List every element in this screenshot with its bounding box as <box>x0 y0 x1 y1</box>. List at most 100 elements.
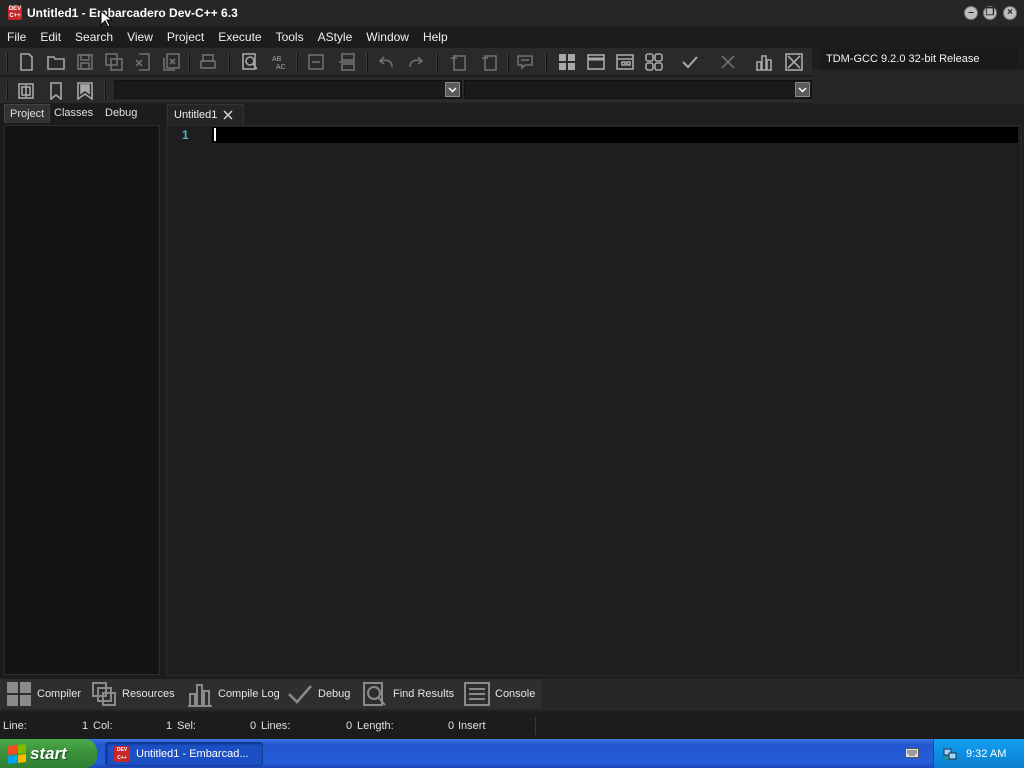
keyboard-icon[interactable] <box>905 747 919 759</box>
member-select[interactable] <box>464 80 812 99</box>
close-tab-icon[interactable] <box>222 109 234 121</box>
devcpp-app-icon: DEV C++ <box>114 746 130 762</box>
rebuild-all-icon[interactable] <box>642 51 666 73</box>
mouse-pointer-icon <box>100 9 114 28</box>
taskbar-item-devcpp[interactable]: DEV C++ Untitled1 - Embarcad... <box>105 742 263 766</box>
menu-project[interactable]: Project <box>160 27 211 47</box>
bar-chart-icon <box>186 680 214 708</box>
menu-astyle[interactable]: AStyle <box>311 27 360 47</box>
tab-debug-panel[interactable]: Debug <box>286 679 350 709</box>
find-icon[interactable] <box>238 51 262 73</box>
start-button[interactable]: start <box>0 739 97 768</box>
toolbar-separator <box>436 53 438 71</box>
code-editor[interactable] <box>166 125 1022 676</box>
taskbar-item-label: Untitled1 - Embarcad... <box>136 748 249 760</box>
menu-edit[interactable]: Edit <box>33 27 68 47</box>
goto-bookmark-icon[interactable] <box>73 80 97 102</box>
chevron-down-icon[interactable] <box>795 82 810 97</box>
comment-icon[interactable] <box>513 51 537 73</box>
tab-debug[interactable]: Debug <box>100 104 142 123</box>
current-line-highlight[interactable] <box>212 127 1018 143</box>
toolbar-separator <box>296 53 298 71</box>
title-bar[interactable]: DEV C++ Untitled1 - Embarcadero Dev-C++ … <box>0 0 1024 26</box>
syntax-check-icon[interactable] <box>678 51 702 73</box>
tab-project[interactable]: Project <box>4 104 51 123</box>
tab-label: Find Results <box>393 688 455 700</box>
restore-button[interactable]: ❐ <box>983 6 997 20</box>
tab-resources[interactable]: Resources <box>90 679 175 709</box>
status-insert-mode: Insert <box>458 720 486 732</box>
menu-window[interactable]: Window <box>359 27 416 47</box>
menu-tools[interactable]: Tools <box>269 27 311 47</box>
svg-text:AB: AB <box>272 56 282 63</box>
text-caret <box>214 128 216 141</box>
compile-run-icon[interactable] <box>613 51 637 73</box>
toolbar-separator <box>6 53 8 71</box>
menu-file[interactable]: File <box>0 27 33 47</box>
bookmark-icon[interactable] <box>44 80 68 102</box>
search-icon <box>361 680 389 708</box>
menu-help[interactable]: Help <box>416 27 455 47</box>
tab-label: Compile Log <box>218 688 280 700</box>
status-col-label: Col: <box>93 720 113 732</box>
main-toolbar: AB AC <box>0 48 812 76</box>
tab-compile-log[interactable]: Compile Log <box>186 679 280 709</box>
replace-icon[interactable]: AB AC <box>268 51 292 73</box>
compiler-select[interactable]: TDM-GCC 9.2.0 32-bit Release <box>820 49 1018 69</box>
toolbar-separator <box>545 53 547 71</box>
checkmark-icon <box>286 680 314 708</box>
chevron-down-icon[interactable] <box>445 82 460 97</box>
start-label: start <box>30 743 67 763</box>
editor-tab-strip <box>165 104 1024 126</box>
close-all-icon[interactable] <box>160 51 184 73</box>
insert-code-icon[interactable] <box>14 80 38 102</box>
tab-classes[interactable]: Classes <box>49 104 98 123</box>
menu-execute[interactable]: Execute <box>211 27 268 47</box>
devcpp-app-icon[interactable]: DEV C++ <box>8 6 22 20</box>
window-title: Untitled1 - Embarcadero Dev-C++ 6.3 <box>27 6 238 20</box>
unindent-icon[interactable] <box>477 51 501 73</box>
close-button[interactable]: × <box>1003 6 1017 20</box>
stop-execution-icon[interactable] <box>716 51 740 73</box>
status-length-label: Length: <box>357 720 394 732</box>
status-sel-value: 0 <box>250 720 257 732</box>
split-view-icon[interactable] <box>335 51 359 73</box>
tab-label: Resources <box>122 688 175 700</box>
undo-icon[interactable] <box>374 51 398 73</box>
network-icon[interactable] <box>943 747 957 761</box>
indent-icon[interactable] <box>446 51 470 73</box>
profile-icon[interactable] <box>752 51 776 73</box>
menu-search[interactable]: Search <box>68 27 120 47</box>
clock[interactable]: 9:32 AM <box>966 748 1006 760</box>
save-icon[interactable] <box>73 51 97 73</box>
toolbar-separator <box>188 53 190 71</box>
status-separator <box>535 717 536 735</box>
new-file-icon[interactable] <box>14 51 38 73</box>
tab-find-results[interactable]: Find Results <box>361 679 454 709</box>
tab-console[interactable]: Console <box>463 679 535 709</box>
resources-icon <box>90 680 118 708</box>
open-file-icon[interactable] <box>44 51 68 73</box>
compile-icon[interactable] <box>555 51 579 73</box>
redo-icon[interactable] <box>404 51 428 73</box>
svg-text:AC: AC <box>276 64 286 71</box>
menu-view[interactable]: View <box>120 27 160 47</box>
line-number: 1 <box>182 128 189 142</box>
compiler-icon <box>5 680 33 708</box>
tab-compiler[interactable]: Compiler <box>5 679 81 709</box>
project-tree[interactable] <box>4 125 160 675</box>
print-icon[interactable] <box>196 51 220 73</box>
status-line-label: Line: <box>3 720 27 732</box>
toolbar-separator <box>507 53 509 71</box>
status-length-value: 0 <box>448 720 455 732</box>
toggle-comment-icon[interactable] <box>304 51 328 73</box>
save-all-icon[interactable] <box>102 51 126 73</box>
console-icon <box>463 680 491 708</box>
delete-profile-icon[interactable] <box>782 51 806 73</box>
run-icon[interactable] <box>584 51 608 73</box>
system-tray: 9:32 AM <box>933 739 1024 768</box>
close-file-icon[interactable] <box>131 51 155 73</box>
minimize-button[interactable]: – <box>964 6 978 20</box>
toolbar-separator <box>6 82 8 100</box>
class-select[interactable] <box>114 80 462 99</box>
